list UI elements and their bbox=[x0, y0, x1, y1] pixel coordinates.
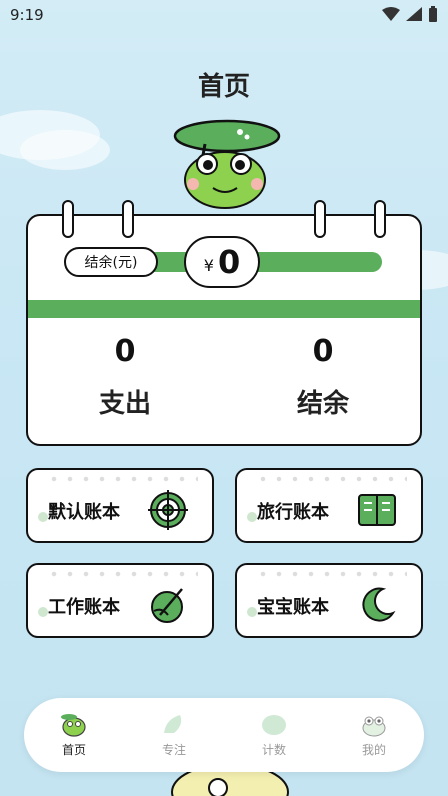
signal-icon bbox=[406, 7, 422, 21]
book-label: 默认账本 bbox=[48, 502, 120, 523]
book-label: 宝宝账本 bbox=[257, 597, 329, 618]
card-ring bbox=[374, 200, 386, 238]
tab-label: 专注 bbox=[161, 742, 186, 757]
battery-icon bbox=[429, 6, 437, 22]
bottom-tab-bar: 首页 专注 计数 我的 bbox=[24, 698, 424, 772]
balance-label-tag: 结余(元) bbox=[64, 247, 158, 277]
book-icon bbox=[358, 494, 396, 526]
card-ring bbox=[62, 200, 74, 238]
wifi-icon bbox=[382, 7, 400, 21]
book-baby[interactable]: 宝宝账本 bbox=[235, 563, 423, 638]
tab-mine[interactable]: 我的 bbox=[334, 713, 414, 758]
card-ring bbox=[314, 200, 326, 238]
tab-focus[interactable]: 专注 bbox=[134, 713, 214, 758]
book-work[interactable]: 工作账本 bbox=[26, 563, 214, 638]
book-label: 工作账本 bbox=[48, 597, 120, 618]
card-divider-stripe bbox=[28, 300, 420, 318]
balance-amount: ¥ 0 bbox=[184, 236, 260, 288]
frog-mascot-icon bbox=[173, 119, 281, 209]
moon-icon bbox=[362, 587, 396, 622]
frog-home-icon bbox=[61, 713, 86, 737]
surplus-stat: 0 结余 bbox=[248, 334, 398, 420]
surplus-value: 0 bbox=[312, 334, 334, 369]
expense-stat: 0 支出 bbox=[50, 334, 200, 420]
tab-label: 我的 bbox=[361, 742, 386, 757]
book-travel[interactable]: 旅行账本 bbox=[235, 468, 423, 543]
cloud-decoration bbox=[20, 130, 110, 170]
book-default[interactable]: 默认账本 bbox=[26, 468, 214, 543]
card-ring bbox=[122, 200, 134, 238]
expense-value: 0 bbox=[114, 334, 136, 369]
book-label: 旅行账本 bbox=[257, 502, 329, 523]
summary-card: 结余(元) ¥ 0 0 支出 0 结余 bbox=[26, 214, 422, 446]
tab-label: 首页 bbox=[61, 742, 86, 757]
status-time: 9:19 bbox=[10, 6, 44, 24]
page-title: 首页 bbox=[197, 72, 250, 102]
frog-face-icon bbox=[362, 716, 386, 736]
tab-label: 计数 bbox=[261, 742, 286, 757]
count-icon bbox=[262, 714, 286, 735]
focus-icon bbox=[164, 714, 182, 733]
pen-circle-icon bbox=[151, 588, 183, 623]
tab-home[interactable]: 首页 bbox=[34, 713, 114, 758]
expense-label: 支出 bbox=[98, 389, 151, 419]
balance-value: 0 bbox=[217, 243, 241, 281]
tab-count[interactable]: 计数 bbox=[234, 713, 314, 758]
status-bar: 9:19 bbox=[0, 0, 448, 30]
currency-symbol: ¥ bbox=[203, 255, 214, 275]
surplus-label: 结余 bbox=[296, 389, 349, 419]
target-icon bbox=[148, 490, 188, 530]
